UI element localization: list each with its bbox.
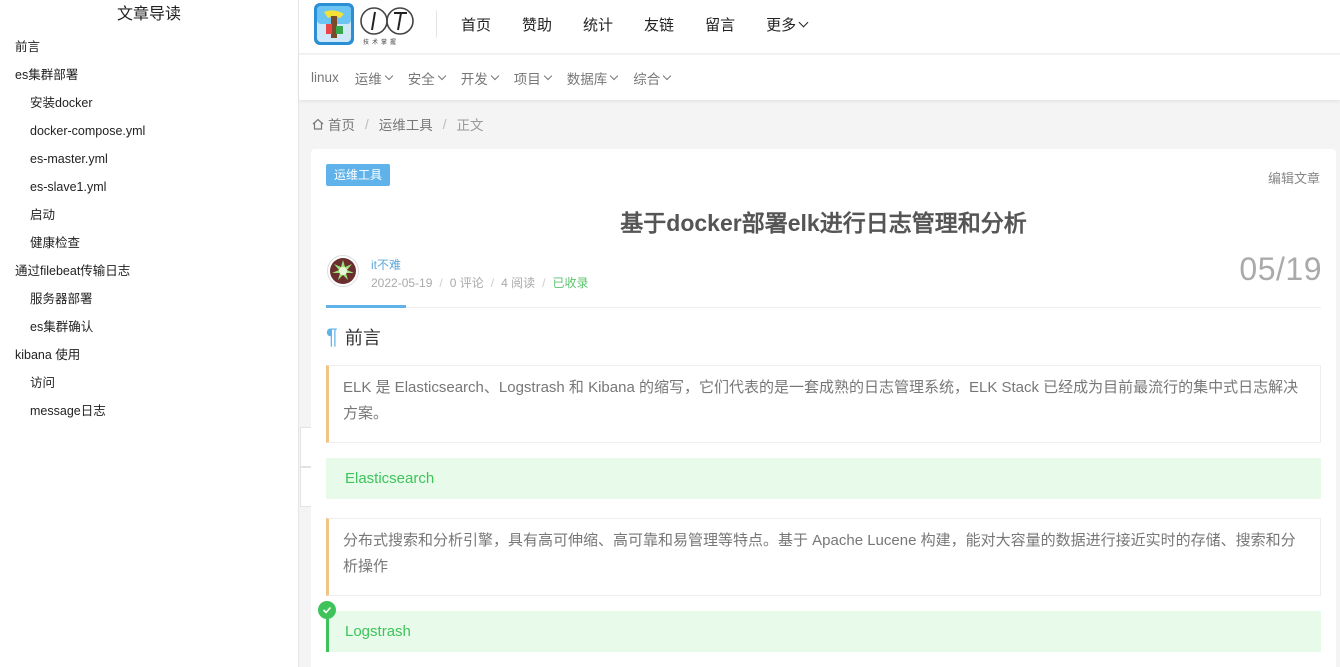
toc-item[interactable]: message日志: [0, 397, 298, 425]
breadcrumb-separator: /: [442, 116, 447, 132]
category-nav-item[interactable]: 开发: [460, 68, 500, 88]
chevron-down-icon: [543, 71, 553, 81]
quote-block: ELK 是 Elasticsearch、Logstrash 和 Kibana 的…: [326, 365, 1321, 443]
nav-item-label: 留言: [705, 16, 736, 34]
category-nav-label: 开发: [460, 71, 488, 87]
article-card: 运维工具 编辑文章 基于docker部署elk进行日志管理和分析 it不难 20…: [311, 149, 1336, 667]
category-nav-label: 安全: [407, 71, 435, 87]
logo-image: 技术掌握: [314, 3, 414, 46]
toc-item[interactable]: kibana 使用: [0, 341, 298, 369]
logo-divider: [436, 10, 437, 38]
header-divider: [326, 307, 1321, 308]
nav-item-label: 更多: [766, 16, 797, 34]
svg-text:技术掌握: 技术掌握: [363, 38, 399, 46]
category-nav-item[interactable]: 综合: [633, 68, 672, 88]
home-icon: [312, 118, 324, 130]
category-nav-label: 运维: [354, 71, 382, 87]
category-nav-label: 数据库: [566, 71, 608, 87]
chevron-down-icon: [490, 71, 500, 81]
category-nav-label: 项目: [513, 71, 541, 87]
nav-item-label: 友链: [644, 16, 675, 34]
main-nav: 首页 赞助 统计 友链 留言 更多: [461, 0, 838, 48]
chevron-down-icon: [798, 17, 809, 27]
category-badge[interactable]: 运维工具: [326, 164, 391, 186]
breadcrumb-home-link[interactable]: 首页: [328, 114, 355, 134]
nav-item-label: 赞助: [522, 16, 553, 34]
chevron-down-icon: [610, 71, 619, 81]
check-circle-icon: [318, 601, 336, 619]
category-nav-label: 综合: [633, 71, 661, 87]
toc-item[interactable]: 通过filebeat传输日志: [0, 257, 298, 285]
breadcrumb: 首页 / 运维工具 / 正文: [312, 115, 484, 133]
nav-item[interactable]: 更多: [766, 14, 809, 35]
pilcrow-icon: ¶: [326, 324, 338, 349]
category-nav-label: linux: [311, 70, 339, 85]
breadcrumb-current: 正文: [456, 118, 484, 133]
category-nav-item[interactable]: 项目: [513, 68, 553, 88]
publish-date: 2022-05-19: [371, 275, 433, 290]
chevron-down-icon: [437, 71, 447, 81]
category-nav-item[interactable]: 安全: [407, 68, 447, 88]
section-heading-preface: ¶ 前言: [326, 324, 381, 350]
toc-item[interactable]: docker-compose.yml: [0, 117, 298, 145]
quote-block: 分布式搜索和分析引擎，具有高可伸缩、高可靠和易管理等特点。基于 Apache L…: [326, 518, 1321, 596]
chevron-down-icon: [384, 71, 394, 81]
toc-item[interactable]: 访问: [0, 369, 298, 397]
avatar[interactable]: [327, 255, 359, 287]
nav-item[interactable]: 留言: [705, 14, 735, 35]
divider-accent: [326, 305, 406, 308]
chevron-down-icon: [663, 71, 672, 81]
toc-item[interactable]: es-slave1.yml: [0, 173, 298, 201]
site-logo[interactable]: 技术掌握: [312, 2, 416, 47]
nav-item-label: 首页: [461, 16, 492, 34]
nav-item[interactable]: 首页: [461, 14, 491, 35]
toc-panel: 文章导读 前言 es集群部署 安装docker docker-compose.yml e…: [0, 0, 299, 667]
author-link[interactable]: it不难: [371, 256, 401, 273]
success-note: Logstrash: [326, 611, 1321, 652]
category-nav: linux 运维 安全 开发 项目 数据库 综合: [299, 55, 1340, 100]
toc-item[interactable]: 启动: [0, 201, 298, 229]
toc-list: 前言 es集群部署 安装docker docker-compose.yml es-mas…: [0, 33, 298, 425]
indexed-status: 已收录: [552, 276, 589, 290]
date-display: 05/19: [1239, 251, 1322, 287]
category-nav-item[interactable]: 运维: [354, 68, 394, 88]
toc-item[interactable]: es集群确认: [0, 313, 298, 341]
meta-separator: /: [542, 275, 546, 290]
meta-separator: /: [490, 275, 495, 290]
success-note: Elasticsearch: [326, 458, 1321, 499]
nav-item-label: 统计: [583, 16, 614, 34]
edit-article-link[interactable]: 编辑文章: [1268, 168, 1320, 187]
breadcrumb-category-link[interactable]: 运维工具: [379, 114, 433, 134]
toc-item[interactable]: es-master.yml: [0, 145, 298, 173]
toc-item[interactable]: 安装docker: [0, 89, 298, 117]
breadcrumb-separator: /: [365, 116, 369, 132]
toc-title: 文章导读: [116, 6, 181, 23]
nav-item[interactable]: 赞助: [522, 14, 552, 35]
toc-item[interactable]: es集群部署: [0, 61, 298, 89]
toc-item[interactable]: 服务器部署: [0, 285, 298, 313]
toc-item[interactable]: 健康检查: [0, 229, 298, 257]
article-title: 基于docker部署elk进行日志管理和分析: [620, 210, 1027, 236]
read-count: 4 阅读: [501, 276, 536, 290]
site-header: 技术掌握 首页 赞助 统计 友链 留言 更多: [299, 0, 1340, 54]
article-meta: 2022-05-19 / 0 评论 / 4 阅读 / 已收录: [371, 274, 588, 291]
category-nav-item[interactable]: linux: [311, 70, 339, 85]
meta-separator: /: [439, 275, 443, 290]
comment-count[interactable]: 0 评论: [450, 274, 484, 291]
category-nav-item[interactable]: 数据库: [566, 68, 619, 88]
nav-item[interactable]: 友链: [644, 14, 674, 35]
avatar-image: [330, 258, 356, 284]
section-heading-text: 前言: [344, 328, 381, 348]
nav-item[interactable]: 统计: [583, 14, 613, 35]
toc-item[interactable]: 前言: [0, 33, 298, 61]
